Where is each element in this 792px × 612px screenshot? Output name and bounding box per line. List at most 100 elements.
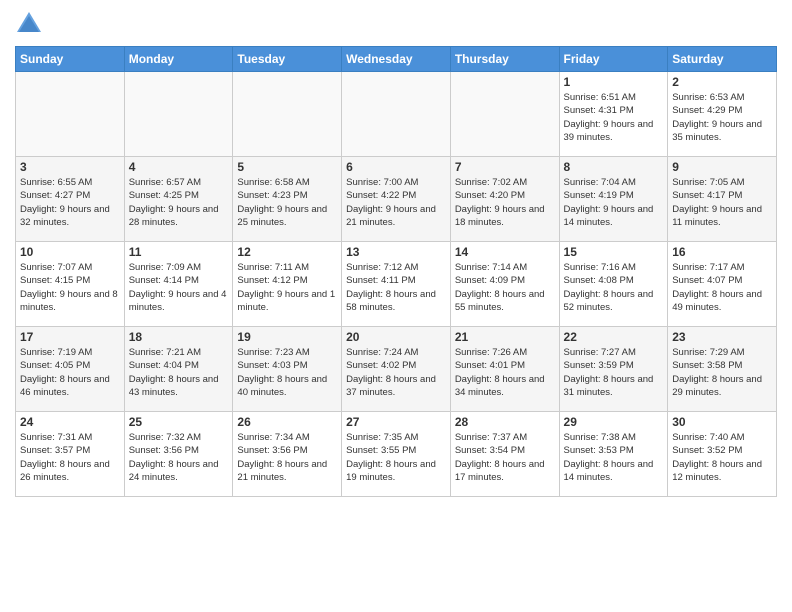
day-number: 9	[672, 160, 772, 174]
col-header-tuesday: Tuesday	[233, 47, 342, 72]
day-info: Sunrise: 7:37 AM Sunset: 3:54 PM Dayligh…	[455, 431, 555, 484]
day-info: Sunrise: 7:26 AM Sunset: 4:01 PM Dayligh…	[455, 346, 555, 399]
day-info: Sunrise: 7:24 AM Sunset: 4:02 PM Dayligh…	[346, 346, 446, 399]
day-number: 18	[129, 330, 229, 344]
day-cell: 10 Sunrise: 7:07 AM Sunset: 4:15 PM Dayli…	[16, 242, 125, 327]
day-info: Sunrise: 6:57 AM Sunset: 4:25 PM Dayligh…	[129, 176, 229, 229]
day-number: 3	[20, 160, 120, 174]
day-number: 29	[564, 415, 664, 429]
day-info: Sunrise: 7:27 AM Sunset: 3:59 PM Dayligh…	[564, 346, 664, 399]
day-info: Sunrise: 7:38 AM Sunset: 3:53 PM Dayligh…	[564, 431, 664, 484]
day-info: Sunrise: 7:14 AM Sunset: 4:09 PM Dayligh…	[455, 261, 555, 314]
day-cell: 24 Sunrise: 7:31 AM Sunset: 3:57 PM Dayli…	[16, 412, 125, 497]
day-cell: 4 Sunrise: 6:57 AM Sunset: 4:25 PM Daylig…	[124, 157, 233, 242]
day-info: Sunrise: 7:07 AM Sunset: 4:15 PM Dayligh…	[20, 261, 120, 314]
col-header-saturday: Saturday	[668, 47, 777, 72]
day-info: Sunrise: 7:34 AM Sunset: 3:56 PM Dayligh…	[237, 431, 337, 484]
day-info: Sunrise: 6:51 AM Sunset: 4:31 PM Dayligh…	[564, 91, 664, 144]
day-info: Sunrise: 7:23 AM Sunset: 4:03 PM Dayligh…	[237, 346, 337, 399]
page: SundayMondayTuesdayWednesdayThursdayFrid…	[0, 0, 792, 612]
day-number: 23	[672, 330, 772, 344]
week-row-2: 3 Sunrise: 6:55 AM Sunset: 4:27 PM Daylig…	[16, 157, 777, 242]
col-header-monday: Monday	[124, 47, 233, 72]
week-row-1: 1 Sunrise: 6:51 AM Sunset: 4:31 PM Daylig…	[16, 72, 777, 157]
day-info: Sunrise: 7:21 AM Sunset: 4:04 PM Dayligh…	[129, 346, 229, 399]
day-cell: 16 Sunrise: 7:17 AM Sunset: 4:07 PM Dayli…	[668, 242, 777, 327]
day-cell: 18 Sunrise: 7:21 AM Sunset: 4:04 PM Dayli…	[124, 327, 233, 412]
day-cell: 1 Sunrise: 6:51 AM Sunset: 4:31 PM Daylig…	[559, 72, 668, 157]
day-cell: 17 Sunrise: 7:19 AM Sunset: 4:05 PM Dayli…	[16, 327, 125, 412]
day-cell: 25Sunrise: 7:32 AM Sunset: 3:56 PM Dayli…	[124, 412, 233, 497]
col-header-sunday: Sunday	[16, 47, 125, 72]
day-info: Sunrise: 7:02 AM Sunset: 4:20 PM Dayligh…	[455, 176, 555, 229]
day-info: Sunrise: 7:04 AM Sunset: 4:19 PM Dayligh…	[564, 176, 664, 229]
col-header-wednesday: Wednesday	[342, 47, 451, 72]
day-info: Sunrise: 7:29 AM Sunset: 3:58 PM Dayligh…	[672, 346, 772, 399]
day-info: Sunrise: 7:31 AM Sunset: 3:57 PM Dayligh…	[20, 431, 120, 484]
day-info: Sunrise: 7:35 AM Sunset: 3:55 PM Dayligh…	[346, 431, 446, 484]
day-cell: 5 Sunrise: 6:58 AM Sunset: 4:23 PM Daylig…	[233, 157, 342, 242]
day-number: 10	[20, 245, 120, 259]
day-cell: 13 Sunrise: 7:12 AM Sunset: 4:11 PM Dayli…	[342, 242, 451, 327]
day-info: Sunrise: 7:00 AM Sunset: 4:22 PM Dayligh…	[346, 176, 446, 229]
day-cell: 30 Sunrise: 7:40 AM Sunset: 3:52 PM Dayli…	[668, 412, 777, 497]
logo-icon	[15, 10, 43, 38]
day-number: 11	[129, 245, 229, 259]
day-number: 14	[455, 245, 555, 259]
day-cell: 20Sunrise: 7:24 AM Sunset: 4:02 PM Dayli…	[342, 327, 451, 412]
day-number: 15	[564, 245, 664, 259]
day-cell	[342, 72, 451, 157]
day-number: 26	[237, 415, 337, 429]
day-cell	[233, 72, 342, 157]
week-row-3: 10 Sunrise: 7:07 AM Sunset: 4:15 PM Dayli…	[16, 242, 777, 327]
day-number: 24	[20, 415, 120, 429]
day-number: 17	[20, 330, 120, 344]
week-row-5: 24 Sunrise: 7:31 AM Sunset: 3:57 PM Dayli…	[16, 412, 777, 497]
day-info: Sunrise: 7:12 AM Sunset: 4:11 PM Dayligh…	[346, 261, 446, 314]
col-header-friday: Friday	[559, 47, 668, 72]
day-info: Sunrise: 7:11 AM Sunset: 4:12 PM Dayligh…	[237, 261, 337, 314]
day-number: 5	[237, 160, 337, 174]
day-cell: 8 Sunrise: 7:04 AM Sunset: 4:19 PM Daylig…	[559, 157, 668, 242]
day-info: Sunrise: 7:32 AM Sunset: 3:56 PM Dayligh…	[129, 431, 229, 484]
day-number: 4	[129, 160, 229, 174]
logo	[15, 10, 47, 38]
col-header-thursday: Thursday	[450, 47, 559, 72]
day-number: 21	[455, 330, 555, 344]
day-number: 6	[346, 160, 446, 174]
day-cell: 27 Sunrise: 7:35 AM Sunset: 3:55 PM Dayli…	[342, 412, 451, 497]
day-cell: 22 Sunrise: 7:27 AM Sunset: 3:59 PM Dayli…	[559, 327, 668, 412]
day-number: 12	[237, 245, 337, 259]
day-number: 1	[564, 75, 664, 89]
day-cell: 6 Sunrise: 7:00 AM Sunset: 4:22 PM Daylig…	[342, 157, 451, 242]
day-info: Sunrise: 7:40 AM Sunset: 3:52 PM Dayligh…	[672, 431, 772, 484]
day-cell: 19 Sunrise: 7:23 AM Sunset: 4:03 PM Dayli…	[233, 327, 342, 412]
day-info: Sunrise: 6:58 AM Sunset: 4:23 PM Dayligh…	[237, 176, 337, 229]
day-cell: 28Sunrise: 7:37 AM Sunset: 3:54 PM Dayli…	[450, 412, 559, 497]
day-cell	[16, 72, 125, 157]
day-cell: 2Sunrise: 6:53 AM Sunset: 4:29 PM Daylig…	[668, 72, 777, 157]
day-info: Sunrise: 7:19 AM Sunset: 4:05 PM Dayligh…	[20, 346, 120, 399]
day-number: 2	[672, 75, 772, 89]
day-cell: 14 Sunrise: 7:14 AM Sunset: 4:09 PM Dayli…	[450, 242, 559, 327]
day-cell: 11Sunrise: 7:09 AM Sunset: 4:14 PM Dayli…	[124, 242, 233, 327]
day-number: 30	[672, 415, 772, 429]
day-info: Sunrise: 6:55 AM Sunset: 4:27 PM Dayligh…	[20, 176, 120, 229]
day-number: 13	[346, 245, 446, 259]
day-cell	[450, 72, 559, 157]
day-number: 19	[237, 330, 337, 344]
day-cell: 3 Sunrise: 6:55 AM Sunset: 4:27 PM Daylig…	[16, 157, 125, 242]
day-cell: 23 Sunrise: 7:29 AM Sunset: 3:58 PM Dayli…	[668, 327, 777, 412]
day-number: 7	[455, 160, 555, 174]
day-number: 27	[346, 415, 446, 429]
day-number: 22	[564, 330, 664, 344]
day-info: Sunrise: 7:05 AM Sunset: 4:17 PM Dayligh…	[672, 176, 772, 229]
calendar-header-row: SundayMondayTuesdayWednesdayThursdayFrid…	[16, 47, 777, 72]
day-number: 16	[672, 245, 772, 259]
day-number: 8	[564, 160, 664, 174]
header	[15, 10, 777, 38]
day-info: Sunrise: 7:17 AM Sunset: 4:07 PM Dayligh…	[672, 261, 772, 314]
day-cell: 12 Sunrise: 7:11 AM Sunset: 4:12 PM Dayli…	[233, 242, 342, 327]
day-cell: 26 Sunrise: 7:34 AM Sunset: 3:56 PM Dayli…	[233, 412, 342, 497]
day-cell: 29 Sunrise: 7:38 AM Sunset: 3:53 PM Dayli…	[559, 412, 668, 497]
